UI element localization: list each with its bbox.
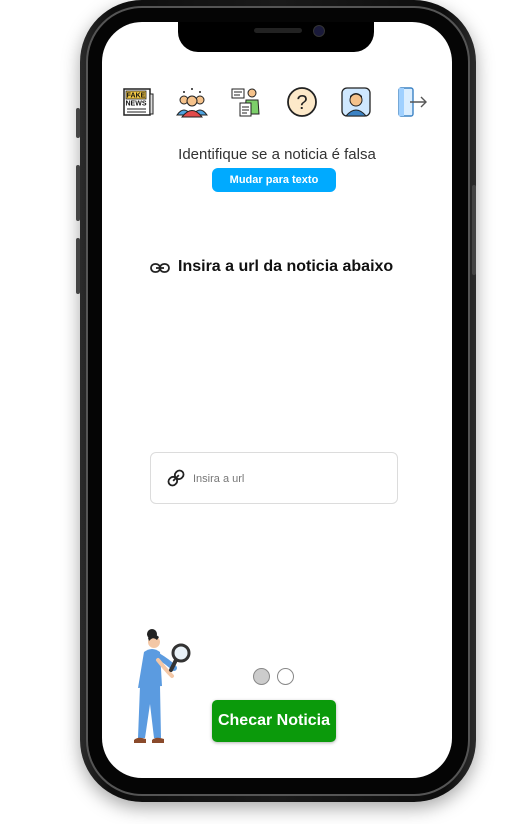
presenter-icon[interactable] — [230, 86, 262, 118]
magnifier-woman-illustration — [134, 629, 191, 743]
nav-bar: FAKE NEWS ? — [114, 86, 440, 120]
url-section-title: Insira a url da noticia abaixo — [150, 257, 430, 281]
group-people-icon[interactable] — [176, 86, 208, 118]
phone-screen: FAKE NEWS ? Identifique se a noticia é f… — [102, 22, 452, 778]
carousel-dot-active[interactable] — [253, 668, 270, 685]
profile-icon[interactable] — [340, 86, 372, 118]
news-label: NEWS — [126, 101, 147, 108]
carousel-dot[interactable] — [277, 668, 294, 685]
side-button — [76, 108, 80, 138]
section-title-text: Insira a url da noticia abaixo — [178, 258, 394, 275]
url-input[interactable] — [191, 468, 385, 490]
logout-icon[interactable] — [396, 86, 428, 118]
side-button — [472, 185, 476, 275]
fake-news-icon[interactable]: FAKE NEWS — [122, 86, 154, 118]
side-button — [76, 165, 80, 221]
page-subtitle: Identifique se a noticia é falsa — [178, 146, 376, 163]
front-camera — [313, 25, 325, 37]
help-icon[interactable]: ? — [286, 86, 318, 118]
link-icon — [167, 469, 185, 487]
notch — [178, 22, 374, 52]
speaker — [254, 28, 302, 33]
fake-label: FAKE — [127, 93, 146, 100]
check-news-button[interactable]: Checar Noticia — [212, 700, 336, 742]
switch-to-text-button[interactable]: Mudar para texto — [212, 168, 336, 192]
side-button — [76, 238, 80, 294]
url-input-box[interactable] — [150, 452, 398, 504]
link-icon — [150, 263, 170, 273]
carousel-indicator — [253, 668, 299, 686]
help-glyph: ? — [296, 92, 307, 114]
